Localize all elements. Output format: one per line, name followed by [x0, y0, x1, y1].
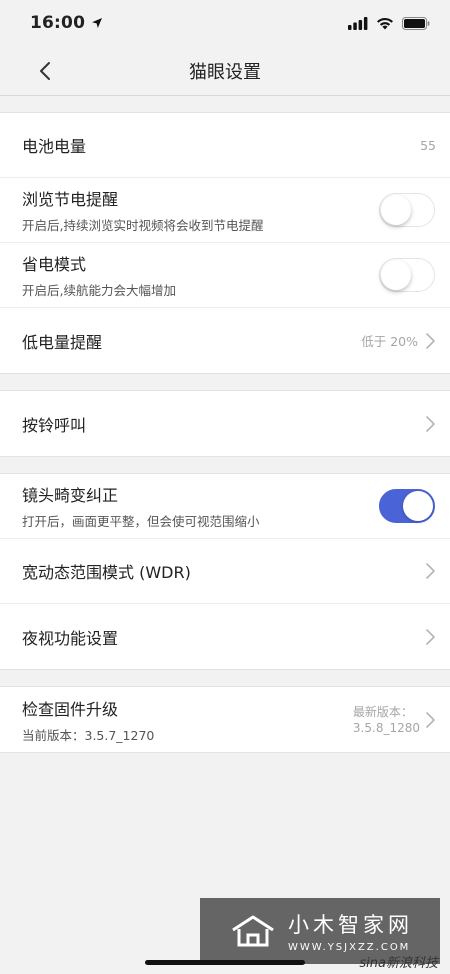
distortion-correction-label: 镜头畸变纠正	[22, 486, 119, 505]
toggle-knob	[403, 491, 433, 521]
latest-version-value: 3.5.8_1280	[352, 720, 420, 735]
call-settings-group: 按铃呼叫	[0, 390, 450, 457]
battery-level-row: 电池电量 55	[0, 113, 450, 178]
status-time: 16:00	[30, 13, 103, 33]
battery-level-label: 电池电量	[22, 137, 87, 156]
browse-reminder-toggle[interactable]	[379, 193, 435, 227]
house-logo-icon	[232, 915, 274, 947]
toggle-knob	[381, 195, 411, 225]
distortion-correction-desc: 打开后，画面更平整，但会使可视范围缩小	[22, 514, 260, 529]
latest-version-label: 最新版本：	[352, 704, 413, 719]
image-settings-group: 镜头畸变纠正 打开后，画面更平整，但会使可视范围缩小 宽动态范围模式 (WDR)…	[0, 473, 450, 670]
cellular-signal-icon	[348, 16, 368, 30]
battery-icon	[402, 16, 430, 30]
wdr-row[interactable]: 宽动态范围模式 (WDR)	[0, 539, 450, 604]
time-text: 16:00	[30, 13, 86, 33]
low-battery-row[interactable]: 低电量提醒 低于 20%	[0, 308, 450, 373]
chevron-left-icon	[40, 62, 50, 80]
doorbell-call-row[interactable]: 按铃呼叫	[0, 391, 450, 456]
firmware-upgrade-label: 检查固件升级	[22, 699, 119, 719]
chevron-right-icon	[426, 711, 435, 728]
power-save-label: 省电模式	[22, 255, 87, 274]
chevron-right-icon	[426, 628, 435, 645]
battery-level-value: 55	[420, 137, 436, 153]
home-indicator[interactable]	[145, 960, 305, 965]
section-gap	[0, 96, 450, 112]
chevron-right-icon	[426, 415, 435, 432]
section-gap	[0, 457, 450, 473]
status-bar: 16:00	[0, 0, 450, 46]
browse-reminder-row: 浏览节电提醒 开启后,持续浏览实时视频将会收到节电提醒	[0, 178, 450, 243]
night-vision-row[interactable]: 夜视功能设置	[0, 604, 450, 669]
wifi-icon	[377, 17, 393, 29]
location-arrow-icon	[92, 18, 103, 28]
power-save-toggle[interactable]	[379, 258, 435, 292]
section-gap	[0, 670, 450, 686]
night-vision-label: 夜视功能设置	[22, 628, 119, 648]
status-icons	[348, 16, 430, 30]
nav-bar: 猫眼设置	[0, 46, 450, 96]
wdr-label: 宽动态范围模式 (WDR)	[22, 563, 191, 582]
chevron-right-icon	[426, 563, 435, 579]
back-button[interactable]	[32, 58, 58, 84]
page-title: 猫眼设置	[189, 61, 261, 83]
current-version: 当前版本：3.5.7_1270	[22, 727, 155, 743]
low-battery-label: 低电量提醒	[22, 332, 103, 352]
firmware-upgrade-row[interactable]: 检查固件升级 当前版本：3.5.7_1270 最新版本： 3.5.8_1280	[0, 687, 450, 752]
toggle-knob	[381, 260, 411, 290]
chevron-right-icon	[426, 332, 435, 349]
browse-reminder-desc: 开启后,持续浏览实时视频将会收到节电提醒	[22, 218, 264, 233]
distortion-correction-row: 镜头畸变纠正 打开后，画面更平整，但会使可视范围缩小	[0, 474, 450, 539]
sina-watermark: sina新浪科技	[359, 956, 438, 971]
power-settings-group: 电池电量 55 浏览节电提醒 开启后,持续浏览实时视频将会收到节电提醒 省电模式…	[0, 112, 450, 374]
low-battery-value: 低于 20%	[361, 334, 418, 349]
power-save-desc: 开启后,续航能力会大幅增加	[22, 283, 176, 298]
power-save-row: 省电模式 开启后,续航能力会大幅增加	[0, 243, 450, 308]
distortion-correction-toggle[interactable]	[379, 489, 435, 523]
doorbell-call-label: 按铃呼叫	[22, 415, 87, 435]
browse-reminder-label: 浏览节电提醒	[22, 190, 119, 209]
watermark-title: 小木智家网	[288, 913, 413, 937]
section-gap	[0, 374, 450, 390]
firmware-group: 检查固件升级 当前版本：3.5.7_1270 最新版本： 3.5.8_1280	[0, 686, 450, 753]
